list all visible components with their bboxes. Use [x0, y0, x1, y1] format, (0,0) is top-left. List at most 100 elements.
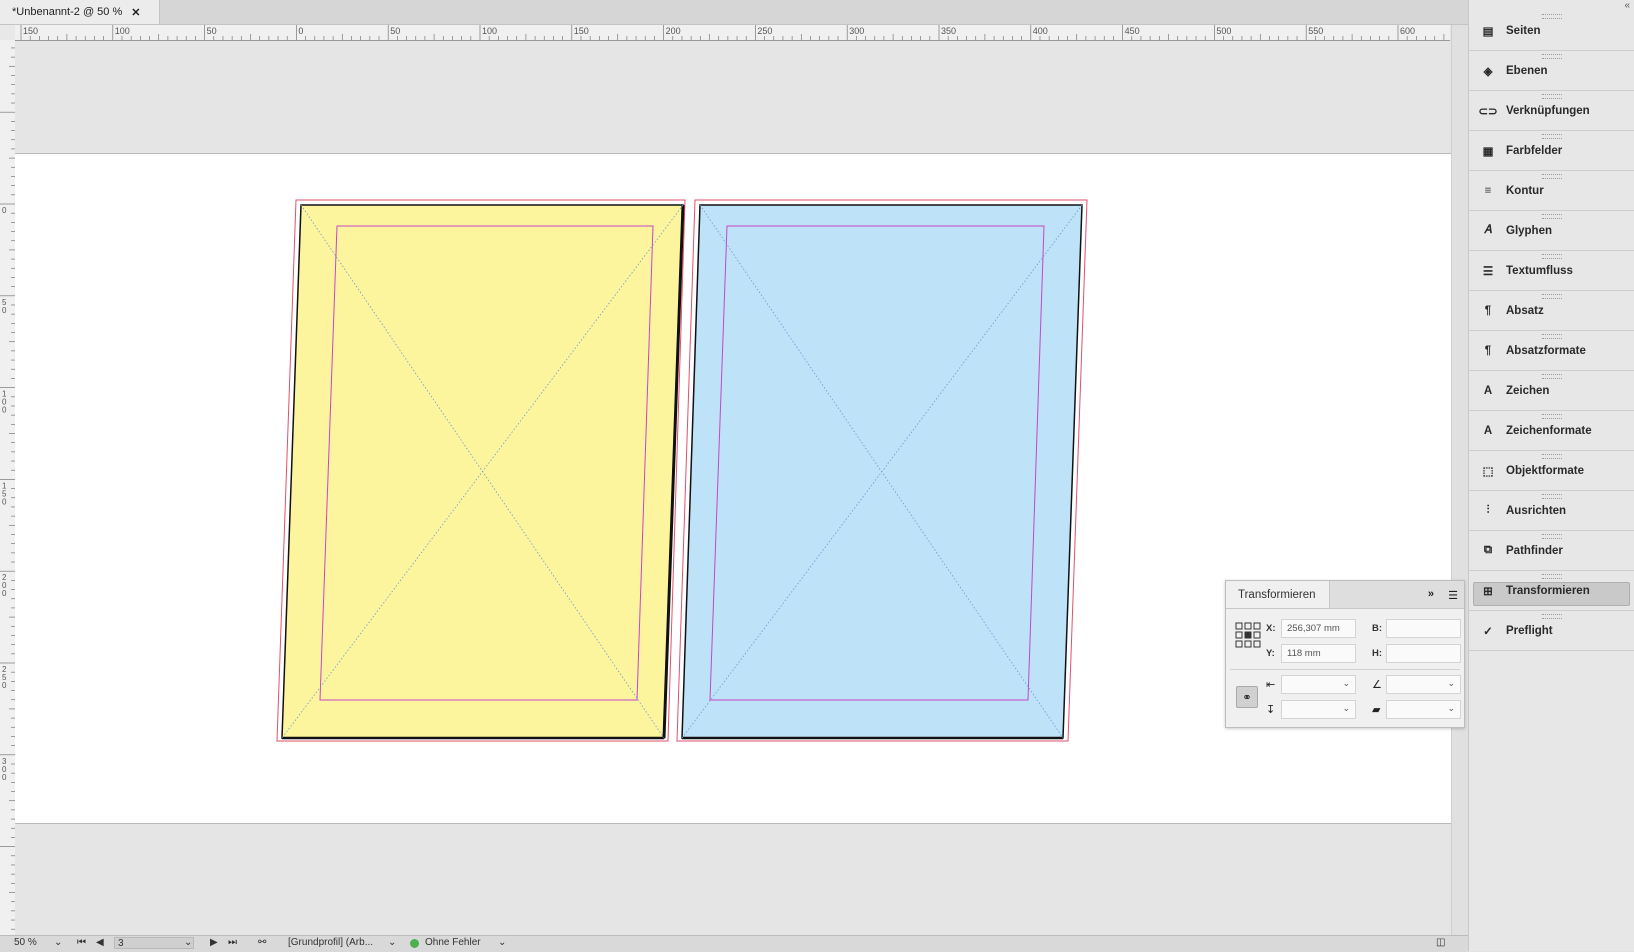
shear-icon: ▰: [1372, 704, 1381, 716]
scale-x-icon: ⇤: [1266, 679, 1276, 691]
vertical-scrollbar[interactable]: [1451, 25, 1469, 935]
ruler-label: 0: [2, 306, 7, 315]
constrain-proportions-icon[interactable]: ⚭: [1236, 686, 1258, 708]
panel-grip[interactable]: [1541, 14, 1562, 19]
horizontal-ruler[interactable]: 150 100 50 0 50 100 150 200 250 300 350 400 450 500 55…: [15, 25, 1450, 41]
panel-item-label: Zeichenformate: [1506, 424, 1592, 437]
panel-item-farbfelder[interactable]: ▦ Farbfelder: [1469, 131, 1634, 171]
profile-dropdown-icon[interactable]: ⌄: [388, 937, 396, 948]
horizontal-ruler-ticks: 150 100 50 0 50 100 150 200 250 300 350 400 450 500 55…: [20, 25, 1445, 40]
pages-icon: ▤: [1482, 25, 1494, 38]
x-field[interactable]: 256,307 mm: [1281, 619, 1356, 638]
preflight-icon: ✓: [1483, 625, 1493, 638]
vertical-ruler-ticks: 050100150200250300: [0, 47, 15, 930]
panel-menu-icon[interactable]: ☰: [1448, 589, 1458, 602]
panel-grip[interactable]: [1541, 54, 1562, 59]
character-icon: A: [1483, 384, 1493, 397]
y-field[interactable]: 118 mm: [1281, 644, 1356, 663]
panel-grip[interactable]: [1541, 614, 1562, 619]
reference-point-icon[interactable]: [1235, 622, 1261, 648]
previous-page-icon[interactable]: ◀: [96, 937, 104, 948]
panel-grip[interactable]: [1541, 414, 1562, 419]
panel-item-ebenen[interactable]: ◈ Ebenen: [1469, 51, 1634, 91]
panel-grip[interactable]: [1541, 454, 1562, 459]
ruler-label: 350: [941, 26, 956, 36]
panel-grip[interactable]: [1541, 294, 1562, 299]
panel-item-label: Textumfluss: [1506, 264, 1573, 277]
panel-item-objektformate[interactable]: ⬚ Objektformate: [1469, 451, 1634, 491]
zoom-dropdown-icon[interactable]: ⌄: [54, 937, 62, 948]
panel-item-kontur[interactable]: ≡ Kontur: [1469, 171, 1634, 211]
width-field[interactable]: [1386, 619, 1461, 638]
panel-item-absatzformate[interactable]: ¶ Absatzformate: [1469, 331, 1634, 371]
ruler-label: 0: [2, 773, 7, 782]
panel-item-zeichen[interactable]: A Zeichen: [1469, 371, 1634, 411]
scale-y-dropdown[interactable]: ⌄: [1281, 700, 1356, 719]
panel-item-transformieren[interactable]: ⊞ Transformieren: [1469, 571, 1634, 611]
object-styles-icon: ⬚: [1482, 465, 1494, 478]
scale-x-dropdown[interactable]: ⌄: [1281, 675, 1356, 694]
panel-item-ausrichten[interactable]: ⫶ Ausrichten: [1469, 491, 1634, 531]
panel-item-zeichenformate[interactable]: A Zeichenformate: [1469, 411, 1634, 451]
panel-item-textumfluss[interactable]: ☰ Textumfluss: [1469, 251, 1634, 291]
ruler-label: 150: [23, 26, 38, 36]
blue-page-frame[interactable]: [676, 199, 1088, 742]
height-field[interactable]: [1386, 644, 1461, 663]
preflight-profile[interactable]: [Grundprofil] (Arb...: [288, 937, 373, 948]
panel-item-preflight[interactable]: ✓ Preflight: [1469, 611, 1634, 651]
ruler-label: 0: [2, 497, 7, 506]
panel-item-glyphen[interactable]: 𝐴 Glyphen: [1469, 211, 1634, 251]
panel-grip[interactable]: [1541, 374, 1562, 379]
rotate-dropdown[interactable]: ⌄: [1386, 675, 1461, 694]
last-page-icon[interactable]: ⏭: [228, 937, 237, 948]
panel-grip[interactable]: [1541, 134, 1562, 139]
panel-grip[interactable]: [1541, 254, 1562, 259]
spread-canvas[interactable]: [15, 41, 1451, 935]
panel-grip[interactable]: [1541, 214, 1562, 219]
transform-panel-header[interactable]: Transformieren » ☰: [1226, 581, 1464, 609]
ruler-label: 0: [2, 681, 7, 690]
layers-icon: ◈: [1483, 65, 1493, 78]
ruler-origin[interactable]: [0, 25, 16, 41]
page-number-field[interactable]: 3: [114, 937, 194, 949]
panel-item-label: Farbfelder: [1506, 144, 1563, 157]
page-dropdown-icon[interactable]: ⌄: [184, 937, 192, 948]
preflight-status-icon: [410, 939, 419, 948]
y-label: Y:: [1266, 648, 1275, 659]
panel-item-seiten[interactable]: ▤ Seiten: [1469, 11, 1634, 51]
panel-grip[interactable]: [1541, 174, 1562, 179]
transform-icon: ⊞: [1483, 585, 1493, 598]
collapse-icon[interactable]: »: [1428, 588, 1434, 600]
paragraph-icon: ¶: [1484, 304, 1492, 317]
zoom-level[interactable]: 50 %: [14, 937, 37, 948]
first-page-icon[interactable]: ⏮: [77, 937, 86, 948]
close-icon[interactable]: ✕: [131, 6, 140, 19]
panel-item-label: Preflight: [1506, 624, 1553, 637]
next-page-icon[interactable]: ▶: [210, 937, 218, 948]
align-icon: ⫶: [1486, 504, 1490, 516]
panel-item-pathfinder[interactable]: ⧉ Pathfinder: [1469, 531, 1634, 571]
open-page-icon[interactable]: ⚯: [258, 937, 266, 948]
panel-grip[interactable]: [1541, 334, 1562, 339]
view-mode-icon[interactable]: ◫: [1436, 937, 1445, 948]
panel-grip[interactable]: [1541, 574, 1562, 579]
panel-item-verknüpfungen[interactable]: ⊂⊃ Verknüpfungen: [1469, 91, 1634, 131]
ruler-label: 150: [574, 26, 589, 36]
page-number: 3: [118, 938, 124, 949]
preflight-status[interactable]: Ohne Fehler: [425, 937, 481, 948]
shear-dropdown[interactable]: ⌄: [1386, 700, 1461, 719]
expand-dock-icon[interactable]: «: [1624, 0, 1630, 11]
panel-item-absatz[interactable]: ¶ Absatz: [1469, 291, 1634, 331]
divider: [1230, 669, 1460, 670]
preflight-dropdown-icon[interactable]: ⌄: [498, 937, 506, 948]
panel-grip[interactable]: [1541, 94, 1562, 99]
panel-grip[interactable]: [1541, 494, 1562, 499]
panel-grip[interactable]: [1541, 534, 1562, 539]
vertical-ruler[interactable]: 050100150200250300: [0, 40, 16, 935]
pasteboard[interactable]: [15, 41, 1451, 935]
panel-item-label: Verknüpfungen: [1506, 104, 1590, 117]
transform-panel-tab[interactable]: Transformieren: [1226, 581, 1330, 608]
panel-list: ▤ Seiten ◈ Ebenen ⊂⊃ Verknüpfungen ▦ Farbfelder…: [1469, 0, 1634, 651]
document-tab[interactable]: *Unbenannt-2 @ 50 % ✕: [0, 0, 160, 24]
yellow-page-frame[interactable]: [276, 199, 686, 742]
